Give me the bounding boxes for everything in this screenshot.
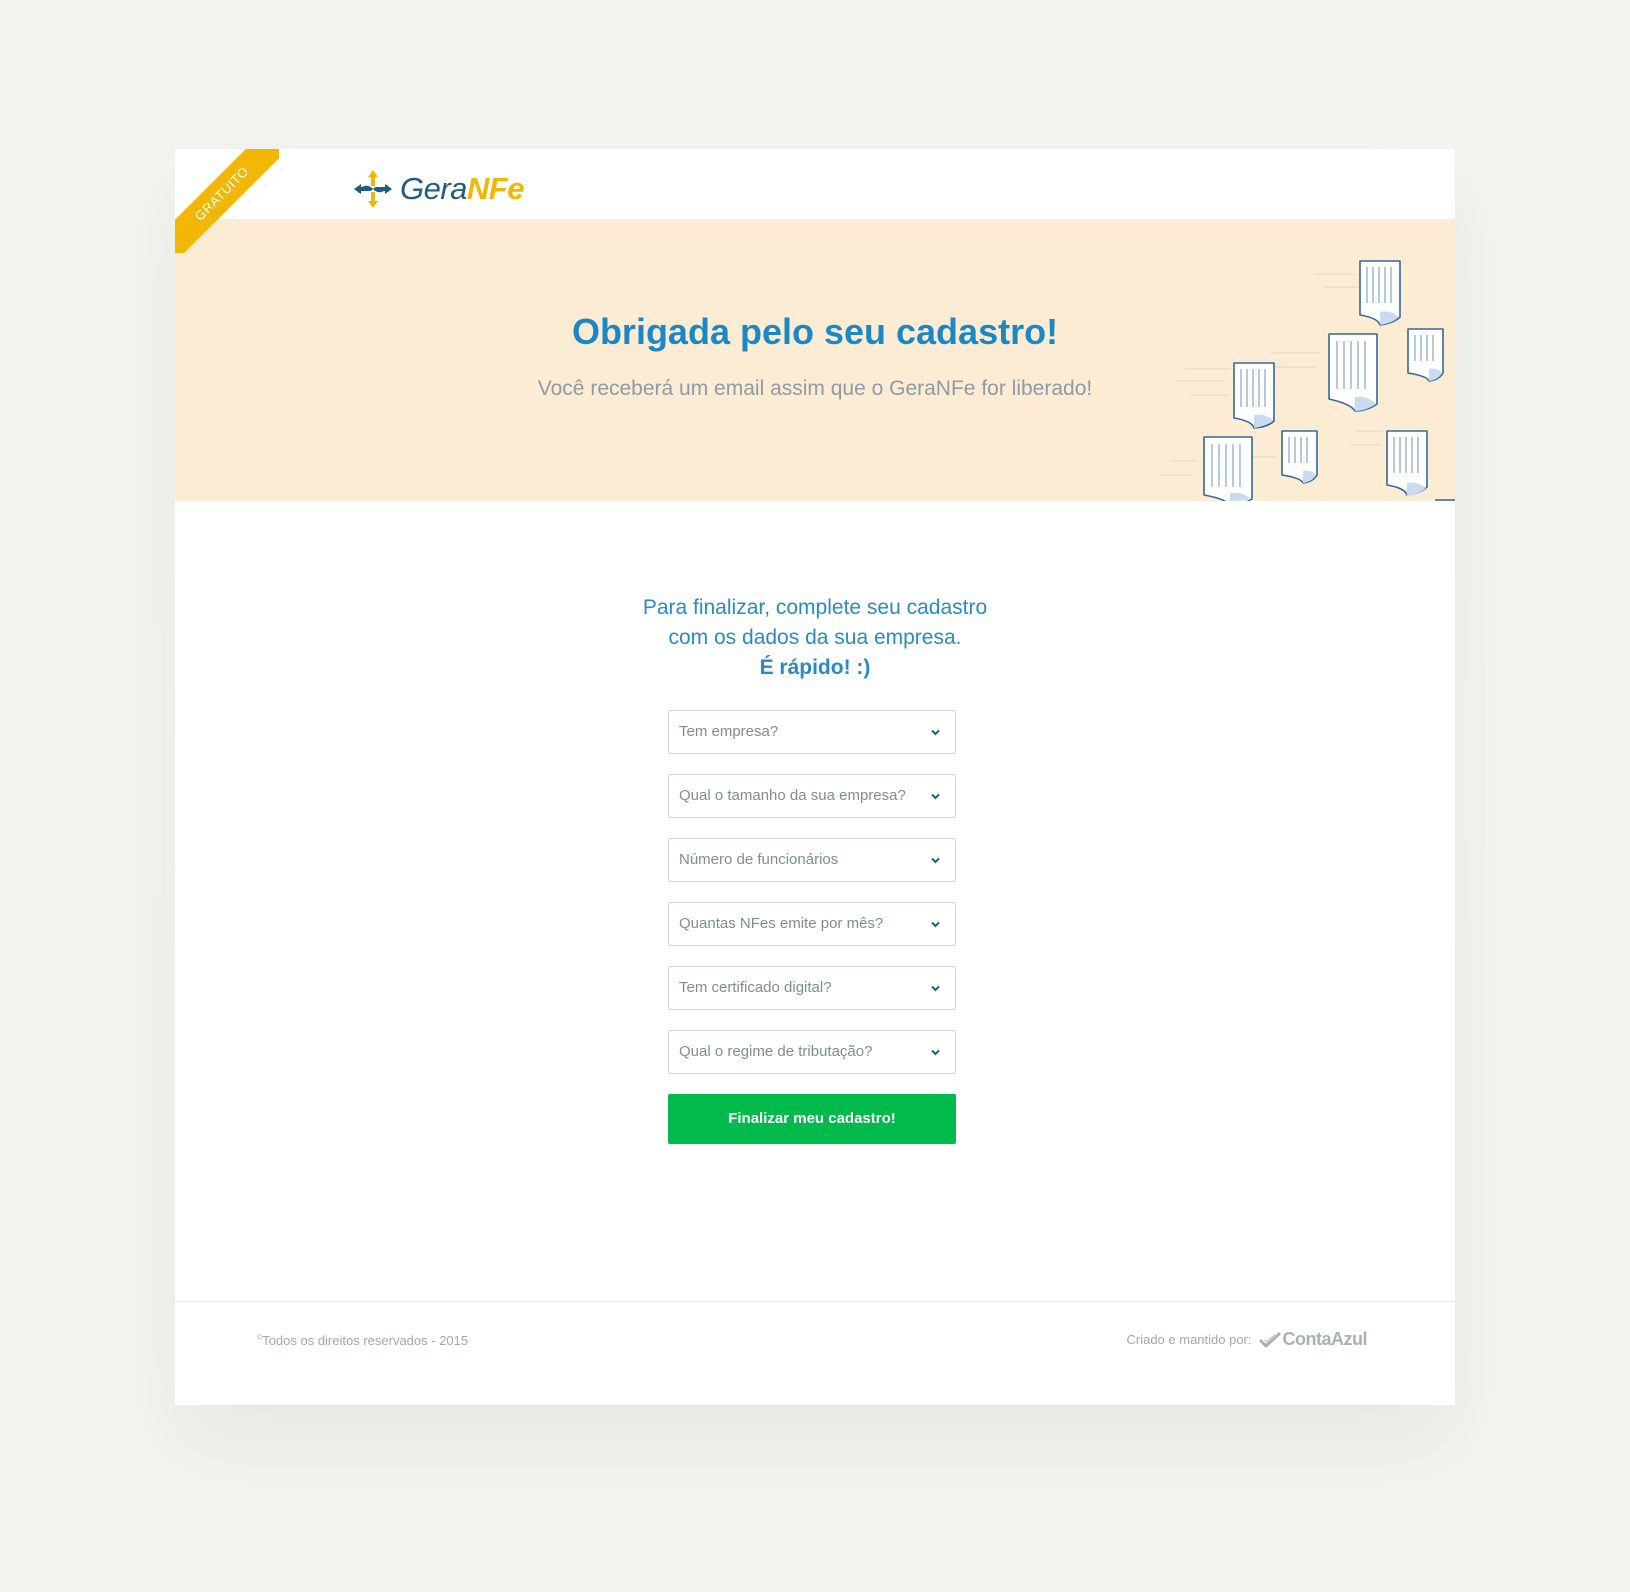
company-form: Tem empresa? Qual o tamanho da sua empre… <box>668 710 956 1144</box>
submit-button[interactable]: Finalizar meu cadastro! <box>668 1094 956 1144</box>
tax-regime-select[interactable]: Qual o regime de tributação? <box>668 1030 956 1074</box>
company-size-select[interactable]: Qual o tamanho da sua empresa? <box>668 774 956 818</box>
nfes-per-month-select[interactable]: Quantas NFes emite por mês? <box>668 902 956 946</box>
has-company-select[interactable]: Tem empresa? <box>668 710 956 754</box>
employees-select[interactable]: Número de funcionários <box>668 838 956 882</box>
select-placeholder: Quantas NFes emite por mês? <box>679 915 884 932</box>
geranfe-arrows-icon <box>354 170 392 208</box>
select-placeholder: Número de funcionários <box>679 851 839 868</box>
free-ribbon: GRATUITO <box>175 149 279 253</box>
select-placeholder: Qual o tamanho da sua empresa? <box>679 787 906 804</box>
free-badge: GRATUITO <box>175 149 279 253</box>
intro-line-1: Para finalizar, complete seu cadastro <box>642 596 988 619</box>
documents-illustration <box>1160 260 1455 501</box>
hero-subtitle: Você receberá um email assim que o GeraN… <box>537 377 1093 400</box>
logo-text-gera: Gera <box>400 171 467 206</box>
intro-line-3: É rápido! :) <box>759 656 871 679</box>
chevron-down-icon <box>931 985 940 992</box>
digital-certificate-select[interactable]: Tem certificado digital? <box>668 966 956 1010</box>
select-placeholder: Qual o regime de tributação? <box>679 1043 873 1060</box>
made-by-label: Criado e mantido por: <box>1126 1332 1252 1347</box>
made-by: Criado e mantido por: ContaAzul <box>1126 1329 1367 1350</box>
contaazul-text: ContaAzul <box>1282 1329 1368 1349</box>
contaazul-logo[interactable]: ContaAzul <box>1258 1329 1368 1350</box>
hero-banner: Obrigada pelo seu cadastro! Você receber… <box>175 219 1455 501</box>
main-card: GeraNFe Obrigada pelo seu cadastro! Você… <box>175 149 1455 1405</box>
chevron-down-icon <box>931 793 940 800</box>
form-intro: Para finalizar, complete seu cadastro co… <box>175 593 1455 683</box>
copyright-text: Todos os direitos reservados - 2015 <box>262 1333 469 1348</box>
chevron-down-icon <box>931 729 940 736</box>
contaazul-check-icon <box>1258 1331 1281 1347</box>
intro-line-2: com os dados da sua empresa. <box>668 626 962 649</box>
chevron-down-icon <box>931 1049 940 1056</box>
select-placeholder: Tem certificado digital? <box>679 979 832 996</box>
select-placeholder: Tem empresa? <box>679 723 779 740</box>
footer-divider <box>175 1301 1455 1302</box>
hero-title: Obrigada pelo seu cadastro! <box>571 311 1059 352</box>
copyright: ©Todos os direitos reservados - 2015 <box>257 1333 468 1348</box>
logo-text-nfe: NFe <box>466 171 525 206</box>
geranfe-logo[interactable]: GeraNFe <box>352 169 525 209</box>
chevron-down-icon <box>931 857 940 864</box>
header: GeraNFe <box>175 149 1455 219</box>
chevron-down-icon <box>931 921 940 928</box>
